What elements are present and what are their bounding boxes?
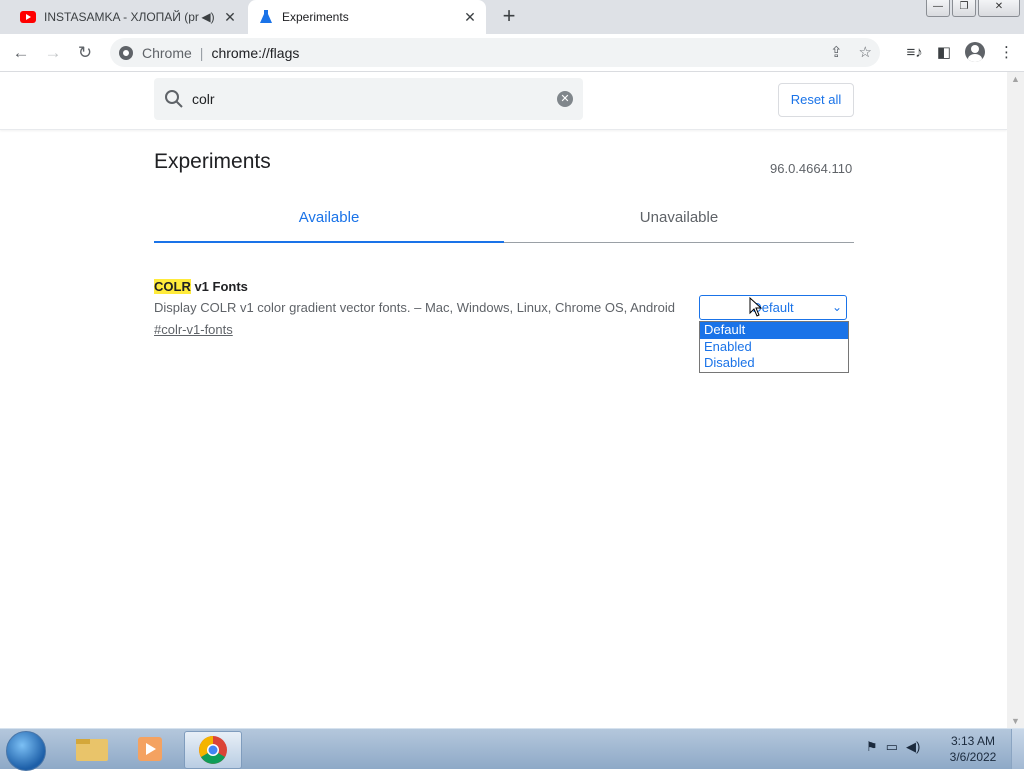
- flag-name-rest: v1 Fonts: [190, 279, 248, 294]
- flag-description: Display COLR v1 color gradient vector fo…: [154, 300, 675, 315]
- version-label: 96.0.4664.110: [770, 161, 853, 176]
- tab-youtube[interactable]: INSTASAMKA - ХЛОПАЙ (pr ◀) ✕: [10, 0, 246, 34]
- flags-tabs: Available Unavailable: [154, 196, 854, 243]
- tab-available[interactable]: Available: [154, 196, 504, 243]
- scroll-down-icon[interactable]: ▼: [1011, 716, 1020, 726]
- option-default[interactable]: Default: [700, 322, 848, 339]
- flag-permalink[interactable]: #colr-v1-fonts: [154, 322, 233, 337]
- youtube-icon: [20, 9, 36, 25]
- reload-icon[interactable]: ↻: [74, 42, 96, 64]
- close-tab-icon[interactable]: ✕: [460, 9, 480, 26]
- mouse-cursor-icon: [749, 297, 763, 317]
- side-panel-icon[interactable]: ◧: [937, 43, 951, 61]
- search-icon: [165, 90, 183, 108]
- flag-state-select[interactable]: Default ⌄: [699, 295, 847, 320]
- url-text: chrome://flags: [211, 44, 300, 61]
- taskbar-clock[interactable]: 3:13 AM 3/6/2022: [940, 733, 1006, 765]
- tab-experiments[interactable]: Experiments ✕: [248, 0, 486, 34]
- vertical-scrollbar[interactable]: ▲ ▼: [1007, 72, 1024, 728]
- network-icon[interactable]: ▭: [886, 739, 898, 755]
- separator: |: [199, 44, 204, 61]
- tab-title: INSTASAMKA - ХЛОПАЙ (pr: [44, 10, 199, 24]
- menu-icon[interactable]: ⋮: [999, 43, 1014, 61]
- flask-icon: [258, 9, 274, 25]
- share-icon[interactable]: ⇪: [830, 43, 843, 61]
- close-window-button[interactable]: ✕: [978, 0, 1020, 17]
- search-value: colr: [192, 91, 215, 107]
- profile-avatar-icon[interactable]: [965, 42, 985, 62]
- page-title: Experiments: [154, 150, 271, 173]
- tab-strip: INSTASAMKA - ХЛОПАЙ (pr ◀) ✕ Experiments…: [0, 0, 1024, 34]
- back-icon[interactable]: ←: [10, 42, 32, 64]
- media-control-icon[interactable]: ≡♪: [907, 44, 923, 61]
- show-desktop-button[interactable]: [1011, 729, 1024, 769]
- flags-header: colr ✕ Reset all: [0, 72, 1007, 130]
- browser-toolbar: ← → ↻ Chrome | chrome://flags ⇪ ☆ ≡♪ ◧ ⋮: [0, 34, 1024, 72]
- tab-title: Experiments: [282, 10, 349, 24]
- volume-icon[interactable]: ◀): [906, 739, 920, 755]
- address-bar[interactable]: Chrome | chrome://flags ⇪ ☆: [110, 38, 880, 67]
- window-controls: — ❐ ✕: [926, 0, 1020, 17]
- chrome-site-icon: [119, 45, 133, 60]
- clock-time: 3:13 AM: [950, 734, 996, 748]
- explorer-taskbar-icon[interactable]: [64, 731, 120, 767]
- reset-all-button[interactable]: Reset all: [778, 83, 854, 117]
- forward-icon[interactable]: →: [42, 42, 64, 64]
- flag-name: COLR v1 Fonts: [154, 279, 248, 294]
- option-disabled[interactable]: Disabled: [700, 355, 848, 372]
- close-tab-icon[interactable]: ✕: [220, 9, 240, 26]
- search-input[interactable]: colr ✕: [154, 78, 583, 120]
- windows-taskbar: ⚑ ▭ ◀) 3:13 AM 3/6/2022: [0, 728, 1024, 771]
- clear-search-icon[interactable]: ✕: [557, 91, 573, 107]
- scroll-up-icon[interactable]: ▲: [1011, 74, 1020, 84]
- bookmark-star-icon[interactable]: ☆: [859, 43, 872, 61]
- scheme-label: Chrome: [142, 44, 192, 61]
- action-center-flag-icon[interactable]: ⚑: [866, 739, 878, 755]
- flag-state-dropdown: Default Enabled Disabled: [699, 321, 849, 373]
- media-player-taskbar-icon[interactable]: [122, 731, 178, 767]
- clock-date: 3/6/2022: [949, 750, 997, 764]
- tab-unavailable[interactable]: Unavailable: [504, 196, 854, 240]
- minimize-button[interactable]: —: [926, 0, 950, 17]
- chevron-down-icon: ⌄: [831, 300, 842, 314]
- speaker-icon[interactable]: ◀): [200, 10, 216, 24]
- search-highlight: COLR: [154, 279, 191, 294]
- option-enabled[interactable]: Enabled: [700, 339, 848, 356]
- system-tray: ⚑ ▭ ◀): [866, 739, 920, 755]
- restore-button[interactable]: ❐: [952, 0, 976, 17]
- chrome-taskbar-icon[interactable]: [184, 731, 242, 769]
- new-tab-button[interactable]: +: [498, 5, 520, 28]
- start-button[interactable]: [6, 731, 46, 771]
